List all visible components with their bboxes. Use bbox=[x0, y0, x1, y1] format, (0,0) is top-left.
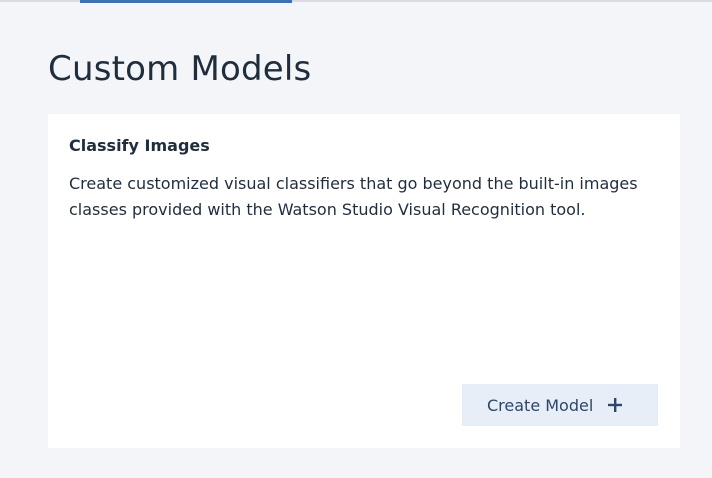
active-tab-indicator bbox=[80, 0, 292, 3]
plus-icon bbox=[607, 397, 623, 413]
create-model-button-label: Create Model bbox=[487, 395, 594, 415]
classify-images-card: Classify Images Create customized visual… bbox=[48, 114, 680, 448]
card-description: Create customized visual classifiers tha… bbox=[69, 174, 638, 219]
page: Custom Models Classify Images Create cus… bbox=[0, 0, 712, 478]
page-title: Custom Models bbox=[48, 49, 312, 89]
card-title: Classify Images bbox=[69, 136, 210, 155]
create-model-button[interactable]: Create Model bbox=[462, 384, 658, 426]
